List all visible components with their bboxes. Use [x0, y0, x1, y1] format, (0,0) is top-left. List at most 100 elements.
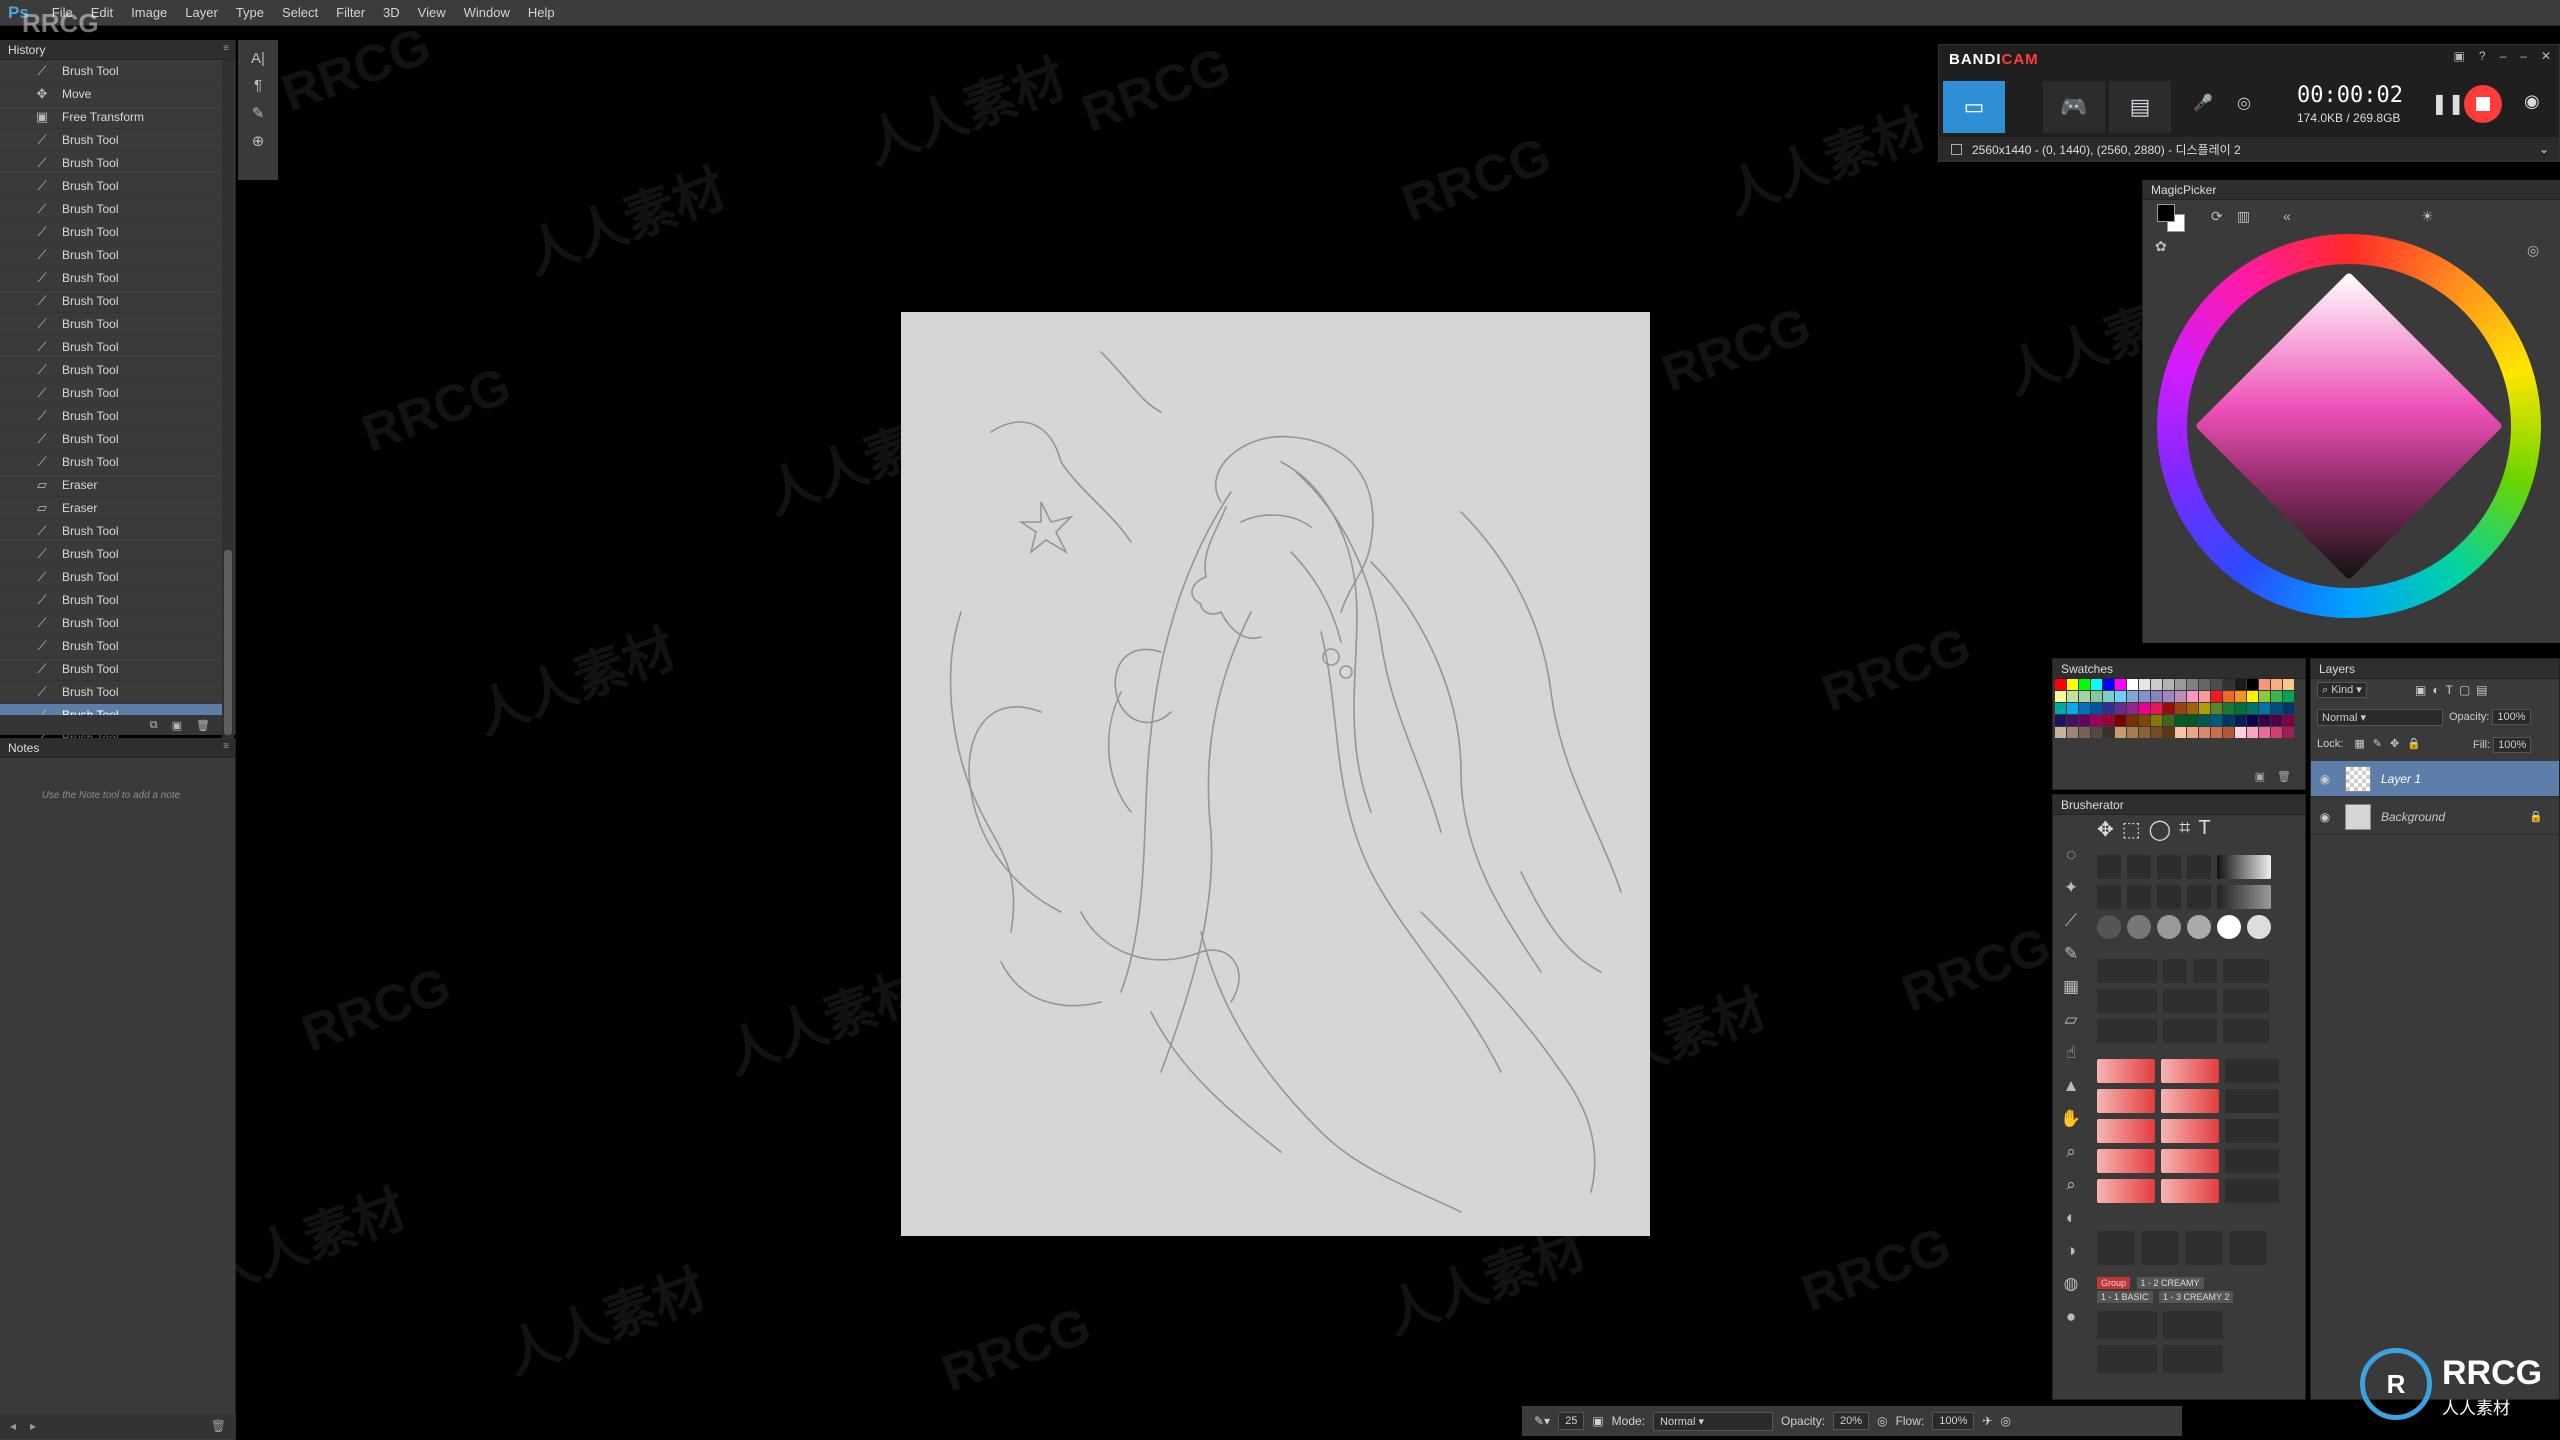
color-swatch[interactable]	[2055, 727, 2066, 738]
color-swatch[interactable]	[2079, 703, 2090, 714]
brush-preset[interactable]	[2187, 915, 2211, 939]
brush-preset[interactable]	[2229, 1231, 2267, 1265]
color-swatch[interactable]	[2223, 715, 2234, 726]
history-item[interactable]: ⟋ Brush Tool	[0, 152, 222, 175]
history-source-checkbox[interactable]	[10, 455, 24, 469]
brush-preset[interactable]	[2097, 885, 2121, 909]
microphone-icon[interactable]: 🎤	[2193, 93, 2213, 113]
history-source-checkbox[interactable]	[10, 294, 24, 308]
history-item[interactable]: ▱ Eraser	[0, 474, 222, 497]
history-source-checkbox[interactable]	[10, 156, 24, 170]
collapse-icon[interactable]: «	[2283, 208, 2291, 224]
mixer-brush-icon[interactable]: ▦	[2063, 977, 2079, 997]
trash-icon[interactable]: 🗑	[2277, 770, 2291, 783]
history-source-checkbox[interactable]	[10, 87, 24, 101]
type-filter-icon[interactable]: T	[2446, 683, 2459, 697]
history-item[interactable]: ⟋ Brush Tool	[0, 681, 222, 704]
mode-select[interactable]: Normal ▾	[1653, 1411, 1774, 1431]
trash-icon[interactable]: 🗑	[196, 719, 210, 732]
panel-menu-icon[interactable]: ≡	[223, 741, 229, 752]
color-swatch[interactable]	[2055, 691, 2066, 702]
brush-preset[interactable]	[2161, 1059, 2219, 1083]
color-swatch[interactable]	[2235, 727, 2246, 738]
history-source-checkbox[interactable]	[10, 317, 24, 331]
history-source-checkbox[interactable]	[10, 478, 24, 492]
shape-filter-icon[interactable]: ▢	[2459, 683, 2476, 697]
color-swatch[interactable]	[2115, 679, 2126, 690]
layer-opacity-field[interactable]: 100%	[2492, 709, 2531, 725]
color-swatch[interactable]	[2187, 715, 2198, 726]
color-swatch[interactable]	[2139, 703, 2150, 714]
brush-preset[interactable]	[2097, 1179, 2155, 1203]
blob-brush-icon[interactable]: ●	[2066, 1307, 2076, 1327]
history-item[interactable]: ⟋ Brush Tool	[0, 612, 222, 635]
color-swatch[interactable]	[2247, 691, 2258, 702]
brush-preset[interactable]	[2223, 959, 2269, 983]
brush-preset[interactable]	[2127, 915, 2151, 939]
color-swatch[interactable]	[2223, 691, 2234, 702]
pixel-filter-icon[interactable]: ▣	[2415, 683, 2432, 697]
color-swatch[interactable]	[2187, 703, 2198, 714]
lock-transparency-icon[interactable]: ▦	[2354, 738, 2372, 750]
group-tag[interactable]: 1 - 3 CREAMY 2	[2159, 1291, 2234, 1303]
color-swatch[interactable]	[2211, 727, 2222, 738]
color-swatch[interactable]	[2103, 691, 2114, 702]
history-item[interactable]: ⟋ Brush Tool	[0, 589, 222, 612]
move-tool-icon[interactable]: ✥	[2097, 817, 2114, 842]
history-item[interactable]: ⟋ Brush Tool	[0, 566, 222, 589]
color-swatch[interactable]	[2187, 679, 2198, 690]
brush-preset[interactable]	[2225, 1149, 2279, 1173]
brush-preset[interactable]	[2141, 1231, 2179, 1265]
settings-icon[interactable]: ◎	[2527, 242, 2539, 259]
zoom-icon[interactable]: ⌕	[2066, 1142, 2076, 1162]
history-source-checkbox[interactable]	[10, 179, 24, 193]
color-diamond[interactable]	[2194, 271, 2504, 581]
history-item[interactable]: ⟋ Brush Tool	[0, 221, 222, 244]
brush-preset[interactable]	[2225, 1179, 2279, 1203]
panel-menu-icon[interactable]: ≡	[223, 43, 229, 54]
history-item[interactable]: ⟋ Brush Tool	[0, 520, 222, 543]
menu-select[interactable]: Select	[273, 5, 327, 20]
brush-preset[interactable]	[2097, 915, 2121, 939]
color-swatch[interactable]	[2271, 727, 2282, 738]
menu-window[interactable]: Window	[455, 5, 519, 20]
color-swatch[interactable]	[2223, 703, 2234, 714]
color-swatch[interactable]	[2247, 727, 2258, 738]
rotate-icon[interactable]: ⟳	[2211, 208, 2223, 225]
color-swatch[interactable]	[2127, 715, 2138, 726]
history-source-checkbox[interactable]	[10, 64, 24, 78]
color-swatch[interactable]	[2175, 691, 2186, 702]
color-swatch[interactable]	[2151, 715, 2162, 726]
dodge-icon[interactable]: ◐	[2066, 1208, 2076, 1228]
color-swatch[interactable]	[2079, 691, 2090, 702]
color-swatch[interactable]	[2103, 679, 2114, 690]
color-swatch[interactable]	[2211, 715, 2222, 726]
color-swatch[interactable]	[2151, 691, 2162, 702]
history-source-checkbox[interactable]	[10, 409, 24, 423]
color-swatch[interactable]	[2187, 727, 2198, 738]
close-icon[interactable]: ✕	[2541, 49, 2551, 63]
brush-icon[interactable]: ✎	[2064, 944, 2078, 964]
layer-filter-select[interactable]: ⌕ Kind ▾	[2317, 682, 2367, 698]
history-source-checkbox[interactable]	[10, 570, 24, 584]
history-item[interactable]: ⟋ Brush Tool	[0, 244, 222, 267]
palette-icon[interactable]: ✿	[2155, 238, 2167, 255]
color-swatch[interactable]	[2235, 691, 2246, 702]
color-swatch[interactable]	[2127, 727, 2138, 738]
color-swatch[interactable]	[2115, 715, 2126, 726]
brush-preset[interactable]	[2163, 1311, 2223, 1339]
brush-preset[interactable]	[2157, 885, 2181, 909]
color-swatch[interactable]	[2211, 703, 2222, 714]
color-swatch[interactable]	[2139, 679, 2150, 690]
smudge-icon[interactable]: ☝	[2066, 1043, 2076, 1063]
color-swatch[interactable]	[2139, 727, 2150, 738]
color-swatch[interactable]	[2127, 703, 2138, 714]
color-swatch[interactable]	[2091, 727, 2102, 738]
brush-preset[interactable]	[2223, 989, 2269, 1013]
history-source-checkbox[interactable]	[10, 432, 24, 446]
restore-icon[interactable]: –	[2520, 49, 2527, 63]
new-swatch-icon[interactable]: ▣	[2255, 770, 2265, 783]
color-swatch[interactable]	[2103, 703, 2114, 714]
history-item[interactable]: ⟋ Brush Tool	[0, 359, 222, 382]
color-wheel[interactable]	[2157, 234, 2541, 618]
